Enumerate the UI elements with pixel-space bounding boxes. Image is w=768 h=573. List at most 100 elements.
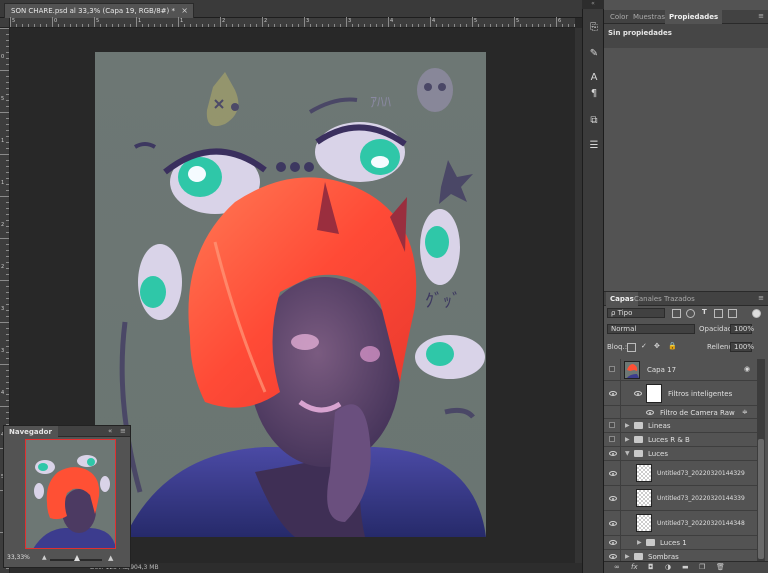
link-layers-icon[interactable]: ∞ [614, 563, 620, 571]
layers-scrollbar-thumb[interactable] [758, 439, 764, 559]
eye-icon[interactable] [609, 451, 617, 456]
eye-icon[interactable] [609, 521, 617, 526]
navigator-zoom-knob[interactable] [74, 555, 80, 561]
chevron-right-icon[interactable]: ▶ [637, 539, 642, 546]
layer-row[interactable]: ▶ Sombras [604, 550, 760, 561]
navigator-title[interactable]: Navegador [4, 426, 58, 437]
ruler-tick [6, 316, 9, 317]
ruler-tick [94, 17, 95, 27]
panel-menu-icon[interactable]: ≡ [758, 12, 764, 20]
layer-row[interactable]: ▶ Lineas [604, 419, 760, 433]
history-icon[interactable]: ⎘ [588, 22, 600, 34]
filter-pixel-icon[interactable] [672, 309, 681, 318]
ruler-tick [388, 17, 389, 27]
layer-row[interactable]: Untitled73_20220320144329 [604, 461, 760, 486]
fill-field[interactable]: 100% [730, 342, 754, 352]
canvas-vertical-scrollbar[interactable] [575, 28, 582, 563]
tab-propiedades[interactable]: Propiedades [665, 10, 723, 24]
visibility-off-icon[interactable] [609, 422, 615, 428]
tab-trazados[interactable]: Trazados [660, 292, 699, 306]
svg-text:ｸﾞｯﾞ: ｸﾞｯﾞ [425, 291, 461, 312]
lock-transparent-icon[interactable] [627, 343, 636, 352]
eye-icon[interactable] [609, 471, 617, 476]
layer-row[interactable]: Filtro de Camera Raw ≑ [604, 406, 760, 419]
eye-icon[interactable] [634, 391, 642, 396]
lock-position-icon[interactable]: ✥ [654, 342, 660, 350]
zoom-out-icon[interactable]: ▲ [42, 554, 47, 561]
layers-scrollbar[interactable] [757, 359, 765, 561]
character-icon[interactable]: A [588, 72, 600, 84]
navigator-preview[interactable] [25, 439, 116, 549]
layer-row[interactable]: ▶ Luces R & B [604, 433, 760, 447]
ruler-label: 3 [306, 18, 310, 24]
chevron-right-icon[interactable]: ▶ [625, 436, 630, 443]
filter-mask-thumbnail[interactable] [646, 384, 662, 403]
navigator-view-frame[interactable] [25, 439, 116, 549]
eye-icon[interactable] [646, 410, 654, 415]
tab-muestras[interactable]: Muestras [629, 10, 669, 24]
ruler-tick [6, 142, 9, 143]
ruler-tick [28, 24, 29, 27]
ruler-label: 3 [1, 306, 5, 312]
ruler-tick [6, 418, 9, 419]
add-style-icon[interactable]: fx [631, 563, 638, 571]
delete-layer-icon[interactable]: 🗑 [716, 563, 725, 571]
zoom-in-icon[interactable]: ▲ [108, 554, 113, 562]
filter-smart-icon[interactable] [728, 309, 737, 318]
blend-mode-select[interactable]: Normal [607, 324, 695, 334]
layer-row[interactable]: ▼ Luces [604, 447, 760, 461]
layer-row[interactable]: Filtros inteligentes [604, 381, 760, 406]
filter-type-icon[interactable]: T [702, 308, 707, 316]
eye-icon[interactable] [609, 496, 617, 501]
filter-shape-icon[interactable] [714, 309, 723, 318]
layer-filter-select[interactable]: ρ Tipo [607, 308, 665, 318]
ruler-tick [0, 364, 9, 365]
filter-adjustment-icon[interactable] [686, 309, 695, 318]
layer-thumbnail [636, 514, 652, 532]
opacity-field[interactable]: 100% [730, 324, 754, 334]
ruler-tick [6, 346, 9, 347]
close-icon[interactable]: × [181, 6, 188, 15]
ruler-tick [70, 24, 71, 27]
lock-all-icon[interactable]: 🔒 [668, 342, 677, 350]
ruler-tick [358, 24, 359, 27]
navigator-zoom-value[interactable]: 33,33% [7, 554, 30, 561]
add-mask-icon[interactable]: ◘ [648, 563, 654, 571]
ruler-tick [6, 58, 9, 59]
new-group-icon[interactable]: ▬ [682, 563, 689, 571]
filter-options-icon[interactable]: ≑ [742, 408, 748, 416]
document-tab[interactable]: SON CHARE.psd al 33,3% (Capa 19, RGB/8#)… [4, 3, 194, 18]
navigator-header: Navegador « ≡ [4, 426, 130, 437]
eye-icon[interactable] [609, 554, 617, 559]
chevron-right-icon[interactable]: ▶ [625, 422, 630, 429]
chevron-down-icon[interactable]: ▼ [625, 450, 630, 457]
layer-row[interactable]: Capa 17 ◉ [604, 359, 760, 381]
adjustment-layer-icon[interactable]: ◑ [665, 563, 671, 571]
visibility-off-icon[interactable] [609, 436, 615, 442]
panel-menu-icon[interactable]: ≡ [758, 294, 764, 302]
new-layer-icon[interactable]: ❐ [699, 563, 705, 571]
ruler-tick [6, 328, 9, 329]
ruler-tick [382, 24, 383, 27]
dock-collapse-icon[interactable]: « [582, 0, 604, 9]
layer-row[interactable]: Untitled73_20220320144339 [604, 486, 760, 511]
visibility-off-icon[interactable] [609, 366, 615, 372]
ruler-tick [6, 76, 9, 77]
panel-menu-icon[interactable]: ≡ [120, 427, 126, 435]
ruler-tick [6, 202, 9, 203]
eye-icon[interactable] [609, 391, 617, 396]
layer-row[interactable]: ▶ Luces 1 [604, 536, 760, 550]
filter-toggle-icon[interactable] [752, 309, 761, 318]
artwork-illustration: ｱﾊﾊ ｸﾞｯﾞ [95, 52, 486, 537]
layer-row[interactable]: Untitled73_20220320144348 [604, 511, 760, 536]
clone-source-icon[interactable]: ⧉ [588, 115, 600, 127]
canvas-artwork[interactable]: ｱﾊﾊ ｸﾞｯﾞ [95, 52, 486, 537]
lock-paint-icon[interactable]: ✓ [641, 342, 647, 350]
paragraph-icon[interactable]: ¶ [588, 88, 600, 100]
eye-icon[interactable] [609, 540, 617, 545]
collapse-icon[interactable]: « [108, 427, 112, 435]
tool-presets-icon[interactable]: ☰ [588, 140, 600, 152]
ruler-tick [6, 382, 9, 383]
brush-presets-icon[interactable]: ✎ [588, 48, 600, 60]
chevron-right-icon[interactable]: ▶ [625, 553, 630, 560]
